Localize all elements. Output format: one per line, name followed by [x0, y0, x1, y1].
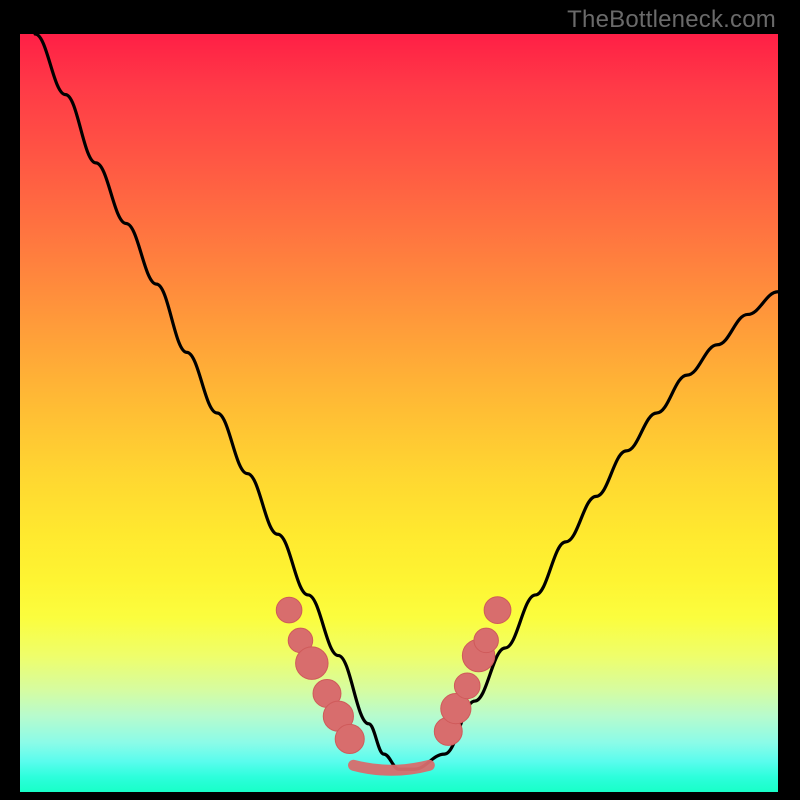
data-dot — [296, 647, 328, 679]
data-dot — [474, 628, 499, 653]
data-dot — [454, 673, 480, 699]
bottleneck-curve — [35, 34, 778, 769]
data-dot — [276, 597, 302, 623]
plot-frame — [20, 34, 778, 792]
data-dot — [335, 724, 364, 753]
data-dots — [276, 597, 511, 754]
basin-highlight — [354, 765, 430, 770]
plot-overlay — [20, 34, 778, 792]
data-dot — [484, 597, 511, 624]
watermark-text: TheBottleneck.com — [567, 6, 776, 34]
